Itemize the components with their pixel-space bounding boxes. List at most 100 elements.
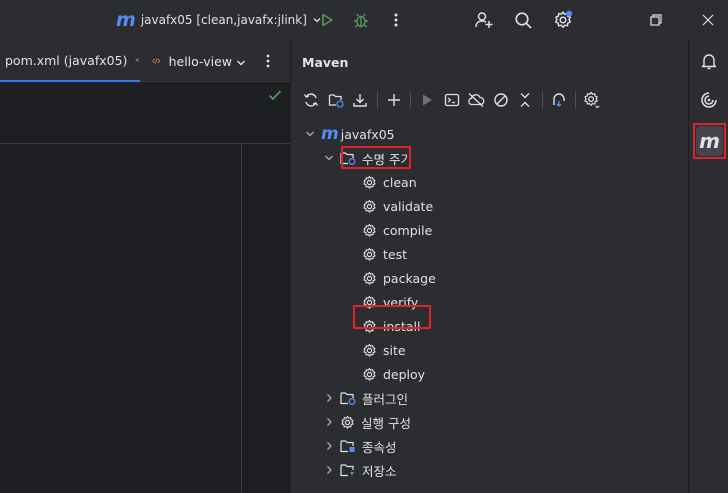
gear-icon: [363, 175, 376, 189]
gear-icon: [363, 199, 376, 213]
tree-node-goal-clean[interactable]: clean: [362, 170, 417, 194]
add-project-icon[interactable]: [324, 88, 348, 112]
tree-node-label: 실행 구성: [361, 415, 411, 431]
gear-icon: [363, 295, 376, 309]
gear-icon: [363, 247, 376, 261]
reload-icon[interactable]: [299, 88, 323, 112]
tree-node-repositories[interactable]: 저장소: [324, 458, 397, 482]
tree-node-goal-deploy[interactable]: deploy: [362, 362, 425, 386]
gear-icon: [341, 415, 354, 429]
notifications-icon[interactable]: [696, 48, 722, 74]
tree-node-label: package: [383, 270, 436, 286]
tree-node-label: 저장소: [362, 463, 397, 479]
tree-node-plugins[interactable]: 플러그인: [324, 386, 408, 410]
tool-window-title: Maven: [302, 55, 349, 70]
editor-content[interactable]: [0, 83, 290, 493]
tree-node-label: test: [383, 246, 408, 262]
tree-node-label: javafx05: [340, 126, 395, 142]
maven-logo-icon: m: [321, 123, 339, 144]
chevron-right-icon[interactable]: [324, 393, 334, 403]
download-icon[interactable]: [348, 88, 372, 112]
tree-node-lifecycle[interactable]: 수명 주기: [324, 146, 412, 170]
toolbar-separator: [376, 91, 378, 109]
more-vert-icon[interactable]: [266, 53, 270, 69]
divider: [0, 143, 290, 144]
toolbar-separator: [541, 91, 543, 109]
maven-icon[interactable]: m: [696, 126, 723, 156]
run-icon[interactable]: [415, 88, 439, 112]
plus-icon[interactable]: [382, 88, 406, 112]
offline-icon[interactable]: [464, 88, 488, 112]
tree-node-goal-test[interactable]: test: [362, 242, 407, 266]
close-window-icon[interactable]: [697, 9, 719, 31]
title-bar: m javafx05 [clean,javafx:jlink]: [0, 0, 728, 40]
tree-node-label: 종속성: [362, 439, 397, 455]
fxml-file-icon: [152, 58, 161, 64]
skip-tests-icon[interactable]: [489, 88, 513, 112]
collapse-icon[interactable]: [513, 88, 537, 112]
maven-tool-window: Maven m javafx05 수명 주기 clean validate co…: [290, 40, 688, 493]
chevron-right-icon[interactable]: [324, 417, 334, 427]
tree-node-label: deploy: [383, 366, 426, 382]
tree-node-goal-validate[interactable]: validate: [362, 194, 433, 218]
gear-icon: [363, 271, 376, 285]
execute-goal-icon[interactable]: [440, 88, 464, 112]
repository-folder-icon: [340, 464, 354, 477]
tree-node-goal-package[interactable]: package: [362, 266, 436, 290]
tree-node-label: install: [383, 318, 421, 334]
tree-node-goal-site[interactable]: site: [362, 338, 406, 362]
debug-icon[interactable]: [350, 9, 372, 31]
tree-node-dependencies[interactable]: 종속성: [324, 434, 397, 458]
tree-node-label: site: [383, 342, 406, 358]
gear-icon: [363, 319, 376, 333]
plugins-folder-icon: [340, 392, 356, 405]
gear-icon: [363, 223, 376, 237]
editor-area: pom.xml (javafx05) hello-view: [0, 40, 290, 493]
tab-list-chevron-icon[interactable]: [236, 56, 246, 66]
lifecycle-folder-icon: [340, 152, 356, 165]
maven-logo-icon: m: [116, 8, 136, 31]
run-configuration-label: javafx05 [clean,javafx:jlink]: [140, 13, 307, 27]
gear-icon: [363, 367, 376, 381]
right-tool-strip: m: [688, 40, 728, 493]
restore-window-icon[interactable]: [645, 9, 667, 31]
settings-icon[interactable]: [552, 9, 574, 31]
checkmark-icon: [268, 90, 282, 101]
chevron-right-icon[interactable]: [324, 441, 334, 451]
tree-node-label: 플러그인: [362, 391, 409, 407]
chevron-down-icon[interactable]: [305, 129, 315, 139]
tree-node-goal-verify[interactable]: verify: [362, 290, 418, 314]
tree-node-goal-compile[interactable]: compile: [362, 218, 432, 242]
settings-icon[interactable]: [580, 88, 604, 112]
toolbar-separator: [410, 91, 411, 109]
search-icon[interactable]: [512, 9, 534, 31]
run-icon[interactable]: [316, 9, 338, 31]
chevron-down-icon[interactable]: [324, 153, 334, 163]
tab-pom-xml[interactable]: pom.xml (javafx05): [0, 40, 140, 82]
more-vert-icon[interactable]: [385, 9, 407, 31]
gear-icon: [363, 343, 376, 357]
tree-node-run-configs[interactable]: 실행 구성: [324, 410, 411, 434]
tree-node-goal-install[interactable]: install: [362, 314, 420, 338]
run-configuration-selector[interactable]: m javafx05 [clean,javafx:jlink]: [116, 9, 322, 31]
tree-node-label: validate: [383, 198, 434, 214]
tab-hello-view[interactable]: hello-view: [152, 40, 232, 82]
dependencies-folder-icon: [340, 440, 355, 453]
maven-logo-icon: m: [699, 129, 720, 153]
ai-assistant-icon[interactable]: [696, 87, 722, 113]
tree-node-label: clean: [383, 174, 417, 190]
add-user-icon[interactable]: [473, 9, 495, 31]
close-tab-icon[interactable]: [135, 55, 140, 65]
maven-toolbar: [299, 88, 605, 112]
tab-label: hello-view: [168, 53, 232, 69]
analyze-dependencies-icon[interactable]: [547, 88, 571, 112]
right-margin-guide: [241, 144, 242, 493]
tree-node-label: 수명 주기: [362, 151, 412, 167]
toolbar-separator: [575, 91, 576, 109]
tab-label: pom.xml (javafx05): [5, 52, 128, 68]
tree-node-label: compile: [383, 222, 433, 238]
tree-node-label: verify: [383, 294, 419, 310]
tree-node-project[interactable]: m javafx05: [305, 122, 395, 146]
editor-tabs: pom.xml (javafx05) hello-view: [0, 40, 290, 82]
chevron-right-icon[interactable]: [324, 465, 334, 475]
